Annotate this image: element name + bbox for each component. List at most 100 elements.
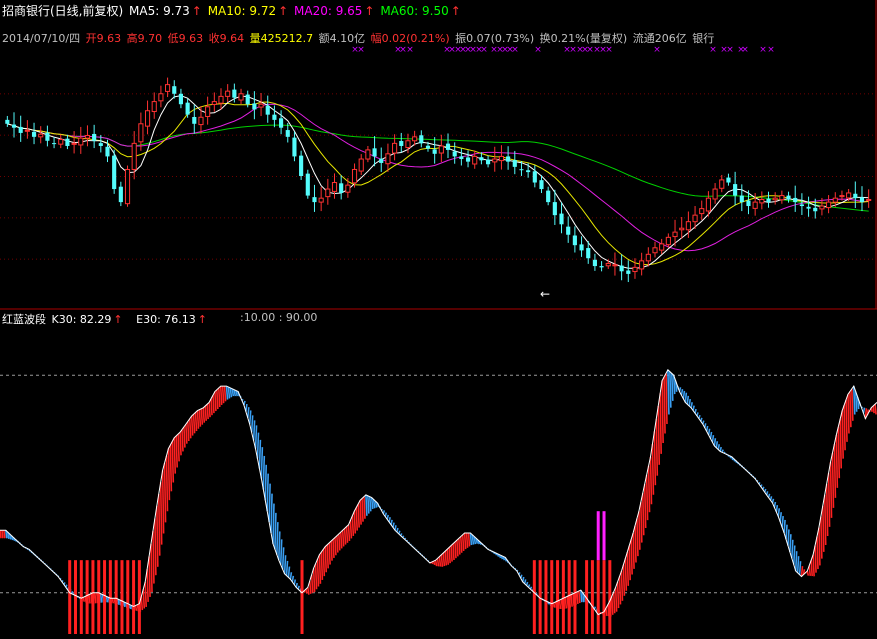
price-grid-dot [816, 217, 817, 219]
price-grid-dot [728, 134, 729, 136]
price-grid-dot [660, 93, 661, 95]
price-grid-dot [360, 134, 361, 136]
price-grid-dot [868, 176, 869, 177]
price-grid-dot [664, 176, 665, 177]
price-grid-dot [32, 176, 33, 177]
price-grid-dot [704, 134, 705, 136]
band-stroke [641, 493, 645, 536]
band-stroke [831, 453, 835, 508]
price-grid-dot [208, 217, 209, 219]
price-grid-dot [608, 176, 609, 177]
price-grid-dot [820, 134, 821, 136]
price-grid-dot [484, 258, 485, 260]
price-grid-dot [428, 134, 429, 136]
buy-signal-bar [103, 560, 107, 634]
price-grid-dot [804, 217, 805, 219]
price-grid-dot [312, 93, 313, 95]
price-grid-dot [328, 93, 329, 95]
price-grid-dot [440, 176, 441, 177]
band-stroke [200, 408, 204, 425]
price-grid-dot [84, 134, 85, 136]
band-stroke [316, 559, 320, 587]
price-grid-dot [848, 217, 849, 219]
price-grid-dot [412, 134, 413, 136]
price-grid-dot [32, 93, 33, 95]
price-grid-dot [596, 176, 597, 177]
band-stroke [245, 403, 248, 412]
price-grid-dot [292, 176, 293, 177]
price-grid-dot [300, 258, 301, 260]
price-grid-dot [636, 134, 637, 136]
band-stroke [225, 386, 229, 400]
price-grid-dot [424, 93, 425, 95]
price-grid-dot [40, 93, 41, 95]
price-grid-dot [740, 176, 741, 177]
candle-body [185, 102, 190, 115]
price-grid-dot [348, 217, 349, 219]
price-grid-dot [292, 93, 293, 95]
candle-body [84, 135, 91, 139]
trade-marker: × [534, 45, 542, 55]
price-grid-dot [732, 176, 733, 177]
price-grid-dot [136, 217, 137, 219]
price-grid-dot [80, 258, 81, 260]
price-grid-dot [760, 134, 761, 136]
band-stroke [262, 455, 266, 490]
band-stroke [783, 519, 786, 534]
price-grid-dot [168, 217, 169, 219]
price-grid-dot [180, 176, 181, 177]
price-grid-dot [728, 93, 729, 95]
price-grid-dot [788, 258, 789, 260]
price-grid-dot [372, 93, 373, 95]
buy-signal-bar [550, 560, 554, 634]
candle-body [58, 138, 64, 145]
price-grid-dot [416, 134, 417, 136]
price-grid-dot [88, 217, 89, 219]
price-grid-dot [144, 217, 145, 219]
price-grid-dot [692, 134, 693, 136]
price-grid-dot [320, 176, 321, 177]
price-grid-dot [708, 258, 709, 260]
price-grid-dot [724, 217, 725, 219]
candle-body [592, 259, 597, 267]
price-grid-dot [204, 93, 205, 95]
info-date: 2014/07/10/四 [2, 32, 81, 45]
price-grid-dot [648, 93, 649, 95]
price-grid-dot [92, 93, 93, 95]
band-stroke [0, 530, 2, 539]
price-grid-dot [280, 217, 281, 219]
price-grid-dot [624, 134, 625, 136]
price-grid-dot [96, 176, 97, 177]
price-grid-dot [424, 258, 425, 260]
price-grid-dot [748, 93, 749, 95]
price-grid-dot [404, 217, 405, 219]
price-grid-dot [664, 93, 665, 95]
band-stroke [185, 424, 188, 444]
band-stroke [461, 534, 465, 551]
price-grid-dot [196, 217, 197, 219]
price-grid-dot [540, 258, 541, 260]
price-grid-dot [372, 176, 373, 177]
price-grid-dot [36, 176, 37, 177]
price-grid-dot [432, 258, 433, 260]
price-grid-dot [80, 217, 81, 219]
price-grid-dot [284, 217, 285, 219]
price-grid-dot [756, 176, 757, 177]
price-grid-dot [488, 258, 489, 260]
price-grid-dot [520, 258, 521, 260]
band-stroke [634, 525, 637, 563]
price-grid-dot [224, 176, 225, 177]
band-stroke [281, 547, 285, 570]
price-grid-dot [572, 93, 573, 95]
band-stroke [142, 589, 146, 609]
price-grid-dot [576, 258, 577, 260]
price-grid-dot [828, 217, 829, 219]
price-grid-dot [540, 217, 541, 219]
price-grid-dot [512, 217, 513, 219]
band-stroke [787, 529, 790, 546]
ma5-line [7, 95, 869, 269]
price-grid-dot [284, 176, 285, 177]
price-grid-dot [804, 258, 805, 260]
price-grid-dot [700, 134, 701, 136]
band-stroke [849, 391, 852, 428]
